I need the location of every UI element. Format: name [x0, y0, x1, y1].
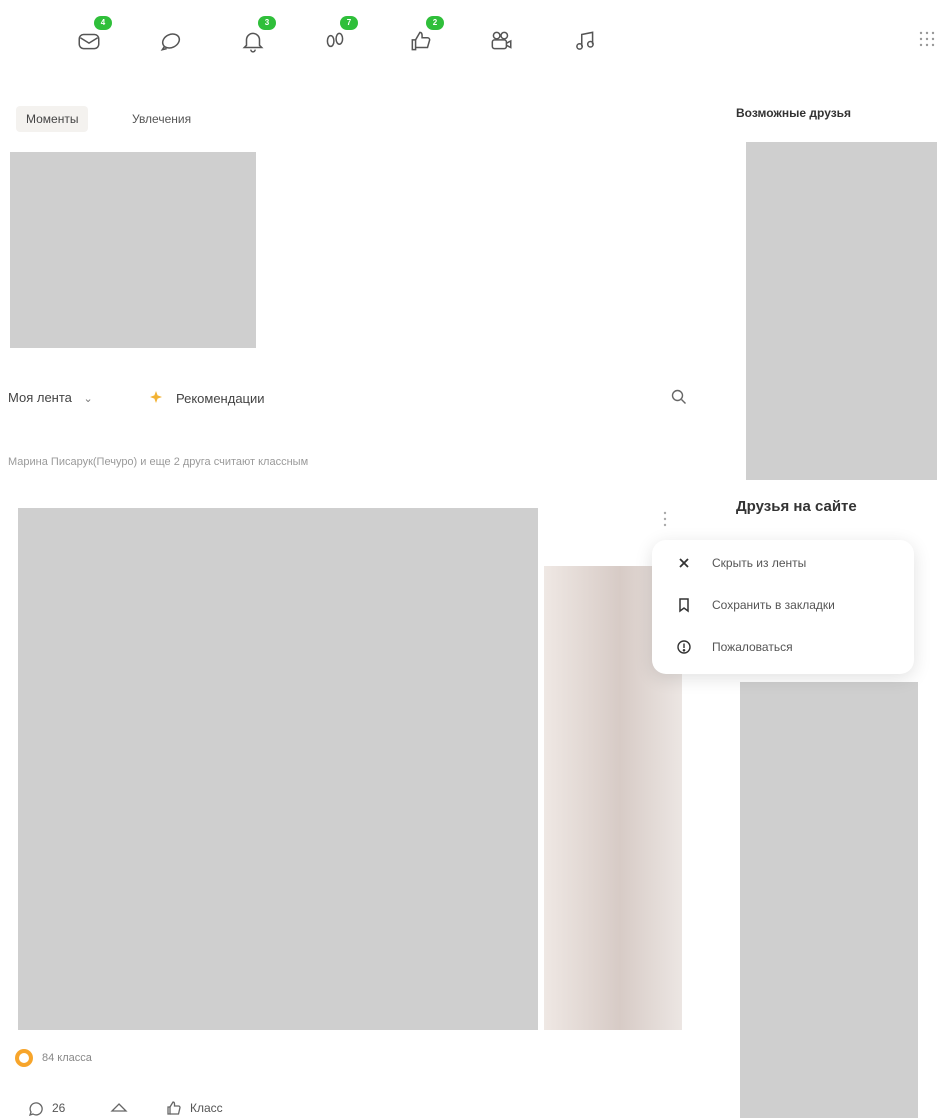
menu-item-bookmark[interactable]: Сохранить в закладки	[676, 594, 835, 616]
possible-friends-title: Возможные друзья	[736, 106, 852, 120]
music-note-icon	[576, 31, 594, 50]
notifications-badge: 3	[258, 16, 276, 30]
possible-friends-list[interactable]	[746, 142, 937, 480]
post-classes-count[interactable]: 84 класса	[14, 1048, 92, 1068]
footprints-icon	[326, 32, 344, 48]
comment-icon	[28, 1102, 43, 1116]
apps-grid-icon[interactable]	[918, 30, 936, 48]
moments-preview-image[interactable]	[10, 152, 256, 348]
menu-item-report[interactable]: Пожаловаться	[676, 636, 793, 658]
classes-count-label: 84 класса	[42, 1052, 92, 1064]
close-icon	[679, 558, 689, 568]
discussions-icon	[160, 33, 181, 51]
recommendations-label: Рекомендации	[176, 390, 265, 406]
guests-badge: 7	[340, 16, 358, 30]
thumbs-up-icon	[411, 31, 431, 51]
menu-item-hide-label: Скрыть из ленты	[712, 556, 807, 570]
report-icon	[677, 640, 691, 654]
menu-item-report-label: Пожаловаться	[712, 640, 793, 654]
recommendations-button[interactable]: Рекомендации	[148, 390, 265, 406]
nav-guests[interactable]: 7	[322, 16, 358, 52]
share-icon[interactable]	[110, 1102, 128, 1118]
chevron-down-icon: ⌄	[83, 393, 93, 405]
comments-button[interactable]: 26	[28, 1100, 65, 1116]
messages-badge: 4	[94, 16, 112, 30]
nav-messages[interactable]: 4	[76, 16, 112, 52]
more-options-icon[interactable]	[660, 508, 670, 530]
friends-online-list[interactable]	[740, 682, 918, 1118]
feed-selector-label: Моя лента	[8, 390, 72, 405]
nav-music[interactable]	[572, 22, 602, 52]
menu-item-bookmark-label: Сохранить в закладки	[712, 598, 835, 612]
feed-selector[interactable]: Моя лента ⌄	[8, 390, 93, 405]
search-icon[interactable]	[670, 388, 688, 406]
menu-item-hide[interactable]: Скрыть из ленты	[676, 552, 806, 574]
thumbs-up-icon	[167, 1101, 181, 1115]
tab-moments[interactable]: Моменты	[16, 106, 89, 132]
envelope-icon	[78, 33, 100, 50]
nav-video[interactable]	[488, 22, 518, 52]
like-button[interactable]: Класс	[166, 1100, 223, 1116]
comments-count: 26	[52, 1101, 66, 1115]
video-camera-icon	[491, 31, 512, 50]
friends-online-title: Друзья на сайте	[736, 498, 857, 515]
post-context-menu: Скрыть из ленты Сохранить в закладки Пож…	[652, 540, 914, 674]
events-badge: 2	[426, 16, 444, 30]
bell-icon	[242, 32, 264, 53]
bookmark-icon	[679, 598, 689, 613]
feed-activity-text: Марина Писарук(Печуро) и еще 2 друга счи…	[8, 456, 309, 468]
nav-events[interactable]: 2	[408, 16, 444, 52]
tab-hobbies[interactable]: Увлечения	[122, 106, 201, 132]
nav-discussions[interactable]	[158, 22, 188, 52]
sparkle-icon	[150, 391, 162, 403]
class-badge-icon	[15, 1049, 33, 1067]
post-main-image[interactable]	[18, 508, 538, 1030]
like-label: Класс	[190, 1101, 223, 1115]
nav-notifications[interactable]: 3	[240, 16, 276, 53]
